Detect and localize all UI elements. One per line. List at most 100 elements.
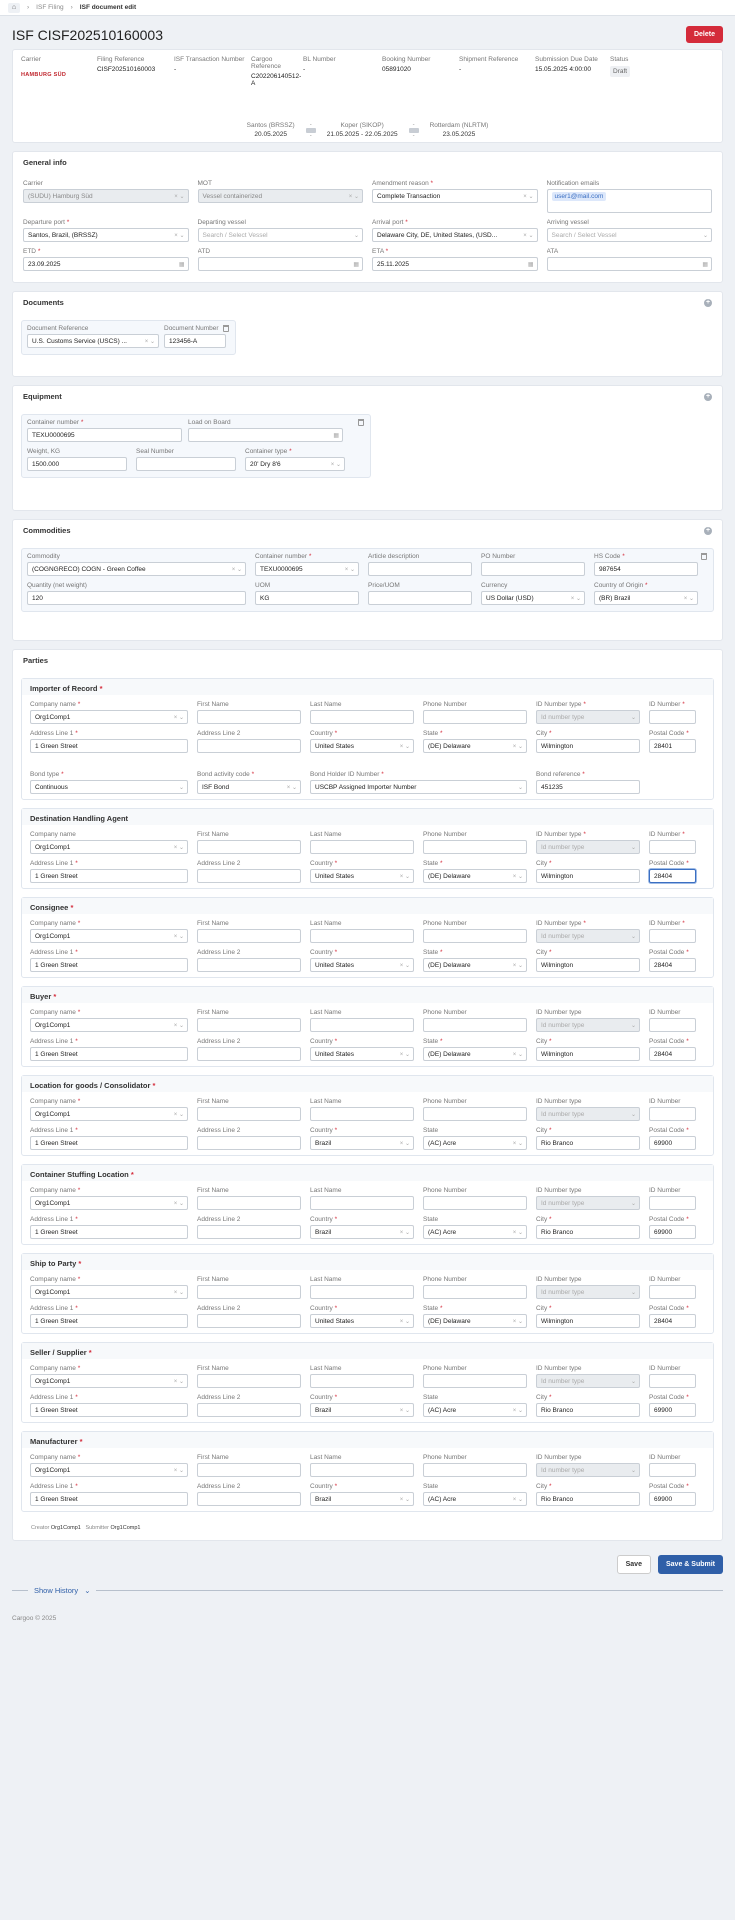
country-select[interactable]: Brazil × ⌄: [310, 1492, 414, 1506]
country-of-origin-select[interactable]: (BR) Brazil × ⌄: [594, 591, 698, 605]
first-name-input[interactable]: [197, 1107, 301, 1121]
id-number-input[interactable]: [649, 710, 696, 724]
phone-number-input[interactable]: [423, 929, 527, 943]
state-select[interactable]: (DE) Delaware × ⌄: [423, 869, 527, 883]
city-input[interactable]: Wilmington: [536, 739, 640, 753]
departure-port-select[interactable]: Santos, Brazil, (BRSSZ) × ⌄: [23, 228, 189, 242]
departing-vessel-select[interactable]: Search / Select Vessel ⌄: [197, 228, 363, 242]
first-name-input[interactable]: [197, 1285, 301, 1299]
save-button[interactable]: Save: [616, 1555, 651, 1574]
id-number-type-select[interactable]: Id number type ⌄: [536, 1285, 640, 1299]
city-input[interactable]: Rio Branco: [536, 1225, 640, 1239]
last-name-input[interactable]: [310, 1196, 414, 1210]
address-line1-input[interactable]: 1 Green Street: [30, 1047, 188, 1061]
address-line1-input[interactable]: 1 Green Street: [30, 1314, 188, 1328]
last-name-input[interactable]: [310, 929, 414, 943]
postal-code-input[interactable]: 28404: [649, 1047, 696, 1061]
city-input[interactable]: Rio Branco: [536, 1136, 640, 1150]
document-reference-select[interactable]: U.S. Customs Service (USCS) ... × ⌄: [27, 334, 159, 348]
company-name-select[interactable]: Org1Comp1 × ⌄: [30, 710, 188, 724]
address-line1-input[interactable]: 1 Green Street: [30, 1403, 188, 1417]
city-input[interactable]: Wilmington: [536, 869, 640, 883]
first-name-input[interactable]: [197, 1196, 301, 1210]
trash-icon[interactable]: [701, 553, 707, 560]
first-name-input[interactable]: [197, 840, 301, 854]
phone-number-input[interactable]: [423, 710, 527, 724]
id-number-input[interactable]: [649, 1463, 696, 1477]
article-description-input[interactable]: [368, 562, 472, 576]
id-number-input[interactable]: [649, 1018, 696, 1032]
id-number-type-select[interactable]: Id number type ⌄: [536, 840, 640, 854]
phone-number-input[interactable]: [423, 1285, 527, 1299]
state-select[interactable]: (AC) Acre × ⌄: [423, 1225, 527, 1239]
calendar-icon[interactable]: ▦: [333, 432, 339, 439]
address-line1-input[interactable]: 1 Green Street: [30, 1492, 188, 1506]
postal-code-input[interactable]: 28404: [649, 1314, 696, 1328]
state-select[interactable]: (AC) Acre × ⌄: [423, 1492, 527, 1506]
arrival-port-select[interactable]: Delaware City, DE, United States, (USD..…: [372, 228, 538, 242]
container-type-select[interactable]: 20' Dry 8'6 × ⌄: [245, 457, 345, 471]
add-equipment-icon[interactable]: +: [704, 392, 712, 401]
postal-code-input[interactable]: 69900: [649, 1403, 696, 1417]
city-input[interactable]: Rio Branco: [536, 1403, 640, 1417]
last-name-input[interactable]: [310, 1285, 414, 1299]
bond-activity-code-select[interactable]: ISF Bond × ⌄: [197, 780, 301, 794]
price-uom-input[interactable]: [368, 591, 472, 605]
id-number-type-select[interactable]: Id number type ⌄: [536, 1463, 640, 1477]
postal-code-input[interactable]: 28404: [649, 958, 696, 972]
ata-date-input[interactable]: ▦: [546, 257, 712, 271]
city-input[interactable]: Wilmington: [536, 958, 640, 972]
commodity-select[interactable]: (COGNGRECO) COGN - Green Coffee × ⌄: [27, 562, 246, 576]
atd-date-input[interactable]: ▦: [197, 257, 363, 271]
phone-number-input[interactable]: [423, 840, 527, 854]
id-number-type-select[interactable]: Id number type ⌄: [536, 1107, 640, 1121]
first-name-input[interactable]: [197, 1374, 301, 1388]
commodity-container-select[interactable]: TEXU0000695 × ⌄: [255, 562, 359, 576]
address-line1-input[interactable]: 1 Green Street: [30, 739, 188, 753]
postal-code-input[interactable]: 28401: [649, 739, 696, 753]
address-line2-input[interactable]: [197, 1314, 301, 1328]
bond-type-select[interactable]: Continuous ⌄: [30, 780, 188, 794]
address-line2-input[interactable]: [197, 1403, 301, 1417]
trash-icon[interactable]: [223, 325, 229, 332]
address-line2-input[interactable]: [197, 739, 301, 753]
company-name-select[interactable]: Org1Comp1 × ⌄: [30, 1463, 188, 1477]
bond-holder-id-select[interactable]: USCBP Assigned Importer Number ⌄: [310, 780, 527, 794]
id-number-type-select[interactable]: Id number type ⌄: [536, 929, 640, 943]
show-history-label[interactable]: Show History: [34, 1586, 78, 1595]
country-select[interactable]: Brazil × ⌄: [310, 1136, 414, 1150]
city-input[interactable]: Wilmington: [536, 1047, 640, 1061]
uom-input[interactable]: KG: [255, 591, 359, 605]
state-select[interactable]: (DE) Delaware × ⌄: [423, 1314, 527, 1328]
id-number-input[interactable]: [649, 1196, 696, 1210]
city-input[interactable]: Wilmington: [536, 1314, 640, 1328]
phone-number-input[interactable]: [423, 1018, 527, 1032]
company-name-select[interactable]: Org1Comp1 × ⌄: [30, 840, 188, 854]
postal-code-input[interactable]: 69900: [649, 1136, 696, 1150]
id-number-input[interactable]: [649, 1107, 696, 1121]
calendar-icon[interactable]: ▦: [528, 261, 534, 268]
country-select[interactable]: United States × ⌄: [310, 869, 414, 883]
last-name-input[interactable]: [310, 1018, 414, 1032]
city-input[interactable]: Rio Branco: [536, 1492, 640, 1506]
state-select[interactable]: (AC) Acre × ⌄: [423, 1136, 527, 1150]
seal-number-input[interactable]: [136, 457, 236, 471]
id-number-input[interactable]: [649, 929, 696, 943]
country-select[interactable]: United States × ⌄: [310, 958, 414, 972]
add-commodity-icon[interactable]: +: [704, 526, 712, 535]
address-line2-input[interactable]: [197, 1225, 301, 1239]
add-document-icon[interactable]: +: [704, 298, 712, 307]
amendment-reason-select[interactable]: Complete Transaction × ⌄: [372, 189, 538, 203]
container-number-input[interactable]: TEXU0000695: [27, 428, 182, 442]
last-name-input[interactable]: [310, 1463, 414, 1477]
state-select[interactable]: (DE) Delaware × ⌄: [423, 1047, 527, 1061]
calendar-icon[interactable]: ▦: [353, 261, 359, 268]
calendar-icon[interactable]: ▦: [179, 261, 185, 268]
postal-code-input[interactable]: 69900: [649, 1225, 696, 1239]
id-number-input[interactable]: [649, 1285, 696, 1299]
last-name-input[interactable]: [310, 840, 414, 854]
weight-input[interactable]: 1500.000: [27, 457, 127, 471]
country-select[interactable]: United States × ⌄: [310, 1314, 414, 1328]
breadcrumb-isf-filing[interactable]: ISF Filing: [36, 4, 63, 11]
company-name-select[interactable]: Org1Comp1 × ⌄: [30, 1107, 188, 1121]
